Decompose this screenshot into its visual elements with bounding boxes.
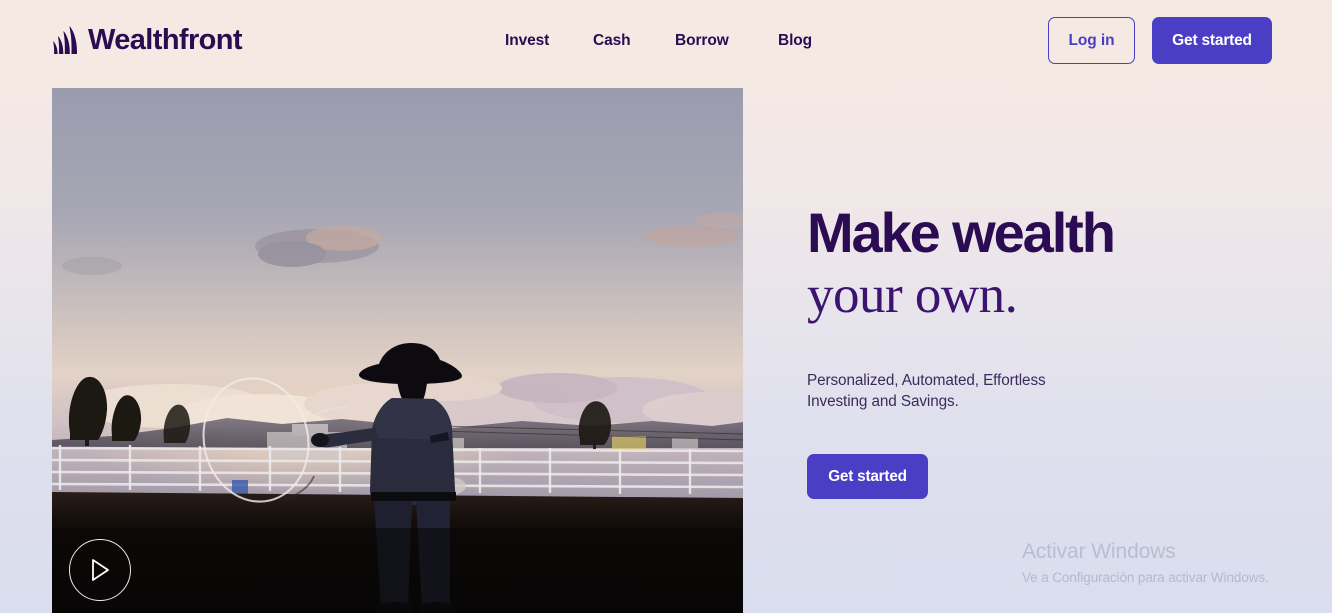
hero-subtext-line-2: Investing and Savings. (807, 393, 959, 411)
hero-section: Make wealth your own. Personalized, Auto… (807, 201, 1287, 500)
brand-logo[interactable]: Wealthfront (51, 23, 243, 56)
hero-subtext-line-1: Personalized, Automated, Effortless (807, 371, 1046, 389)
nav-item-borrow[interactable]: Borrow (675, 32, 778, 50)
header-actions: Log in Get started (1048, 17, 1272, 64)
wealthfront-bars-logo-icon (51, 24, 79, 56)
play-button[interactable] (69, 539, 131, 601)
nav-item-invest[interactable]: Invest (505, 32, 593, 50)
brand-name: Wealthfront (88, 23, 243, 56)
nav-item-cash[interactable]: Cash (593, 32, 675, 50)
site-header: Wealthfront Invest Cash Borrow Blog Log … (0, 0, 1332, 84)
hero-subtext: Personalized, Automated, Effortless Inve… (807, 370, 1287, 413)
nav-item-blog[interactable]: Blog (778, 32, 838, 50)
hero-headline-serif: your own. (807, 266, 1018, 325)
get-started-hero-button[interactable]: Get started (807, 454, 928, 500)
hero-headline-bold: Make wealth (807, 201, 1116, 264)
windows-activation-watermark: Activar Windows Ve a Configuración para … (1022, 539, 1322, 585)
play-triangle-icon (89, 558, 111, 582)
get-started-header-button[interactable]: Get started (1152, 17, 1272, 64)
log-in-button[interactable]: Log in (1048, 17, 1135, 64)
hero-video-player[interactable] (52, 88, 743, 613)
video-still-image (52, 88, 743, 613)
watermark-subtitle: Ve a Configuración para activar Windows. (1022, 570, 1269, 586)
watermark-title: Activar Windows (1022, 540, 1176, 563)
main-navigation: Invest Cash Borrow Blog (505, 32, 838, 50)
